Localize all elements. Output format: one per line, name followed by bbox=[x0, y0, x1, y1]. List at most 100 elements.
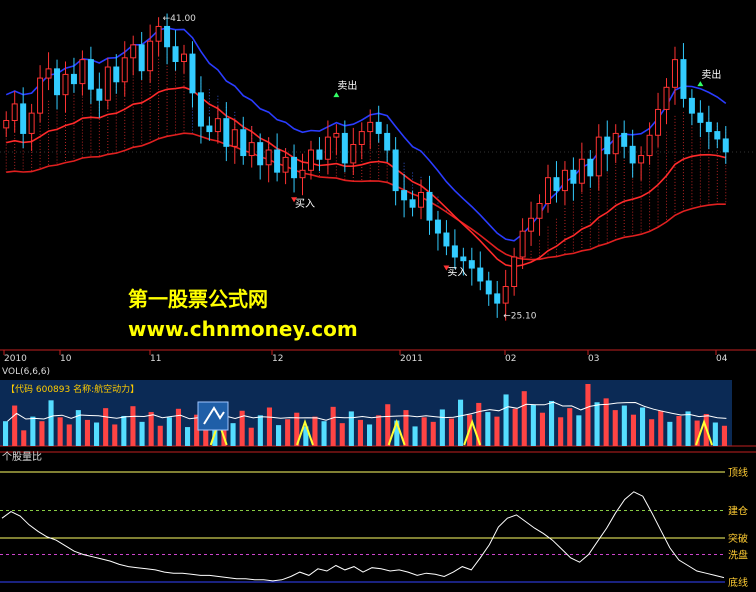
volume-bar bbox=[166, 417, 172, 446]
volume-bar bbox=[458, 399, 464, 446]
high-price-label: ←41.00 bbox=[163, 14, 197, 24]
candle-body bbox=[181, 53, 187, 62]
volume-bar bbox=[148, 412, 154, 446]
candle-body bbox=[578, 158, 585, 184]
volume-bar bbox=[121, 415, 127, 446]
candle-body bbox=[316, 149, 323, 160]
candle-body bbox=[299, 169, 306, 179]
candle-body bbox=[54, 68, 61, 96]
candle-body bbox=[113, 66, 120, 83]
volume-bar bbox=[230, 423, 236, 446]
candle-body bbox=[324, 136, 331, 160]
sell-signal-label: 卖出 bbox=[337, 79, 357, 92]
indicator-level-label: 突破 bbox=[728, 532, 748, 545]
candle-body bbox=[401, 190, 408, 201]
candle-body bbox=[595, 136, 602, 177]
candle-body bbox=[172, 46, 179, 62]
volume-bar bbox=[512, 408, 518, 446]
volume-bar bbox=[539, 412, 545, 446]
candle-body bbox=[37, 77, 44, 114]
candle-body bbox=[79, 59, 86, 85]
candle-body bbox=[307, 149, 314, 171]
candle-body bbox=[502, 286, 509, 304]
candle-body bbox=[612, 132, 619, 155]
volume-bar bbox=[485, 412, 491, 446]
candle-body bbox=[282, 156, 289, 173]
volume-bar bbox=[558, 417, 564, 446]
candle-body bbox=[257, 142, 264, 166]
candle-body bbox=[485, 280, 492, 295]
volume-bar bbox=[348, 411, 354, 446]
indicator-level-label: 洗盘 bbox=[728, 549, 748, 562]
volume-ratio-line bbox=[1, 491, 725, 582]
candle-body bbox=[240, 129, 247, 157]
buy-signal-label: 买入 bbox=[447, 266, 467, 278]
candle-body bbox=[468, 260, 475, 269]
volume-bar bbox=[685, 411, 691, 446]
candle-body bbox=[96, 88, 103, 101]
candle-body bbox=[392, 149, 399, 192]
price-panel: ←41.00←25.10卖出买入卖出买入卖出201010111220110203… bbox=[0, 13, 756, 364]
indicator-level-label: 建仓 bbox=[728, 505, 748, 518]
volume-bar bbox=[640, 407, 646, 446]
candle-body bbox=[20, 103, 27, 134]
volume-bar bbox=[448, 418, 454, 446]
candle-body bbox=[409, 199, 416, 208]
candle-body bbox=[248, 142, 255, 157]
volume-bar bbox=[649, 419, 655, 446]
candle-body bbox=[671, 59, 678, 88]
candle-body bbox=[443, 232, 450, 247]
candle-body bbox=[561, 169, 568, 192]
volume-bar bbox=[339, 423, 345, 446]
candle-body bbox=[705, 121, 712, 133]
volume-bar bbox=[266, 407, 272, 446]
candle-body bbox=[291, 156, 298, 179]
volume-bar bbox=[376, 415, 382, 446]
candle-body bbox=[62, 73, 69, 96]
candle-body bbox=[87, 59, 94, 90]
candle-body bbox=[206, 125, 213, 133]
candle-body bbox=[28, 112, 35, 134]
indicator-panel: 顶线建仓突破洗盘底线 bbox=[0, 451, 756, 589]
candle-body bbox=[358, 131, 365, 145]
candle-body bbox=[214, 118, 221, 133]
candle-body bbox=[197, 92, 204, 127]
volume-bar bbox=[285, 419, 291, 446]
volume-bar bbox=[676, 415, 682, 446]
sell-signal-marker bbox=[333, 92, 340, 98]
candle-body bbox=[536, 203, 543, 219]
volume-bar bbox=[330, 406, 336, 446]
logo-badge bbox=[197, 401, 229, 431]
x-tick-label: 11 bbox=[150, 354, 161, 364]
volume-bar bbox=[357, 419, 363, 446]
volume-bar bbox=[503, 394, 509, 446]
volume-bar bbox=[367, 424, 373, 446]
candle-body bbox=[528, 217, 535, 232]
candle-body bbox=[155, 25, 162, 42]
watermark-site-name: 第一股票公式网 bbox=[128, 287, 268, 311]
volume-bar bbox=[175, 408, 181, 446]
sell-signal-marker bbox=[697, 81, 704, 87]
candle-body bbox=[45, 68, 52, 79]
candle-body bbox=[553, 177, 560, 192]
volume-bar bbox=[594, 402, 600, 446]
volume-bar bbox=[112, 424, 118, 446]
x-tick-label: 2010 bbox=[4, 354, 27, 364]
indicator-title: 个股量比 bbox=[2, 451, 42, 463]
volume-bar bbox=[3, 421, 9, 446]
volume-bar bbox=[30, 416, 36, 446]
candle-body bbox=[621, 132, 628, 147]
volume-bar bbox=[421, 417, 427, 446]
volume-bar bbox=[321, 421, 327, 446]
candle-body bbox=[274, 149, 281, 173]
volume-bar bbox=[412, 426, 418, 446]
volume-bar bbox=[430, 421, 436, 446]
candle-body bbox=[231, 129, 238, 147]
x-tick-label: 10 bbox=[60, 354, 72, 364]
candle-body bbox=[375, 121, 382, 134]
volume-bar bbox=[84, 419, 90, 446]
candle-body bbox=[587, 158, 594, 177]
candle-body bbox=[341, 132, 348, 164]
low-price-label: ←25.10 bbox=[503, 311, 537, 321]
candle-body bbox=[418, 191, 425, 208]
